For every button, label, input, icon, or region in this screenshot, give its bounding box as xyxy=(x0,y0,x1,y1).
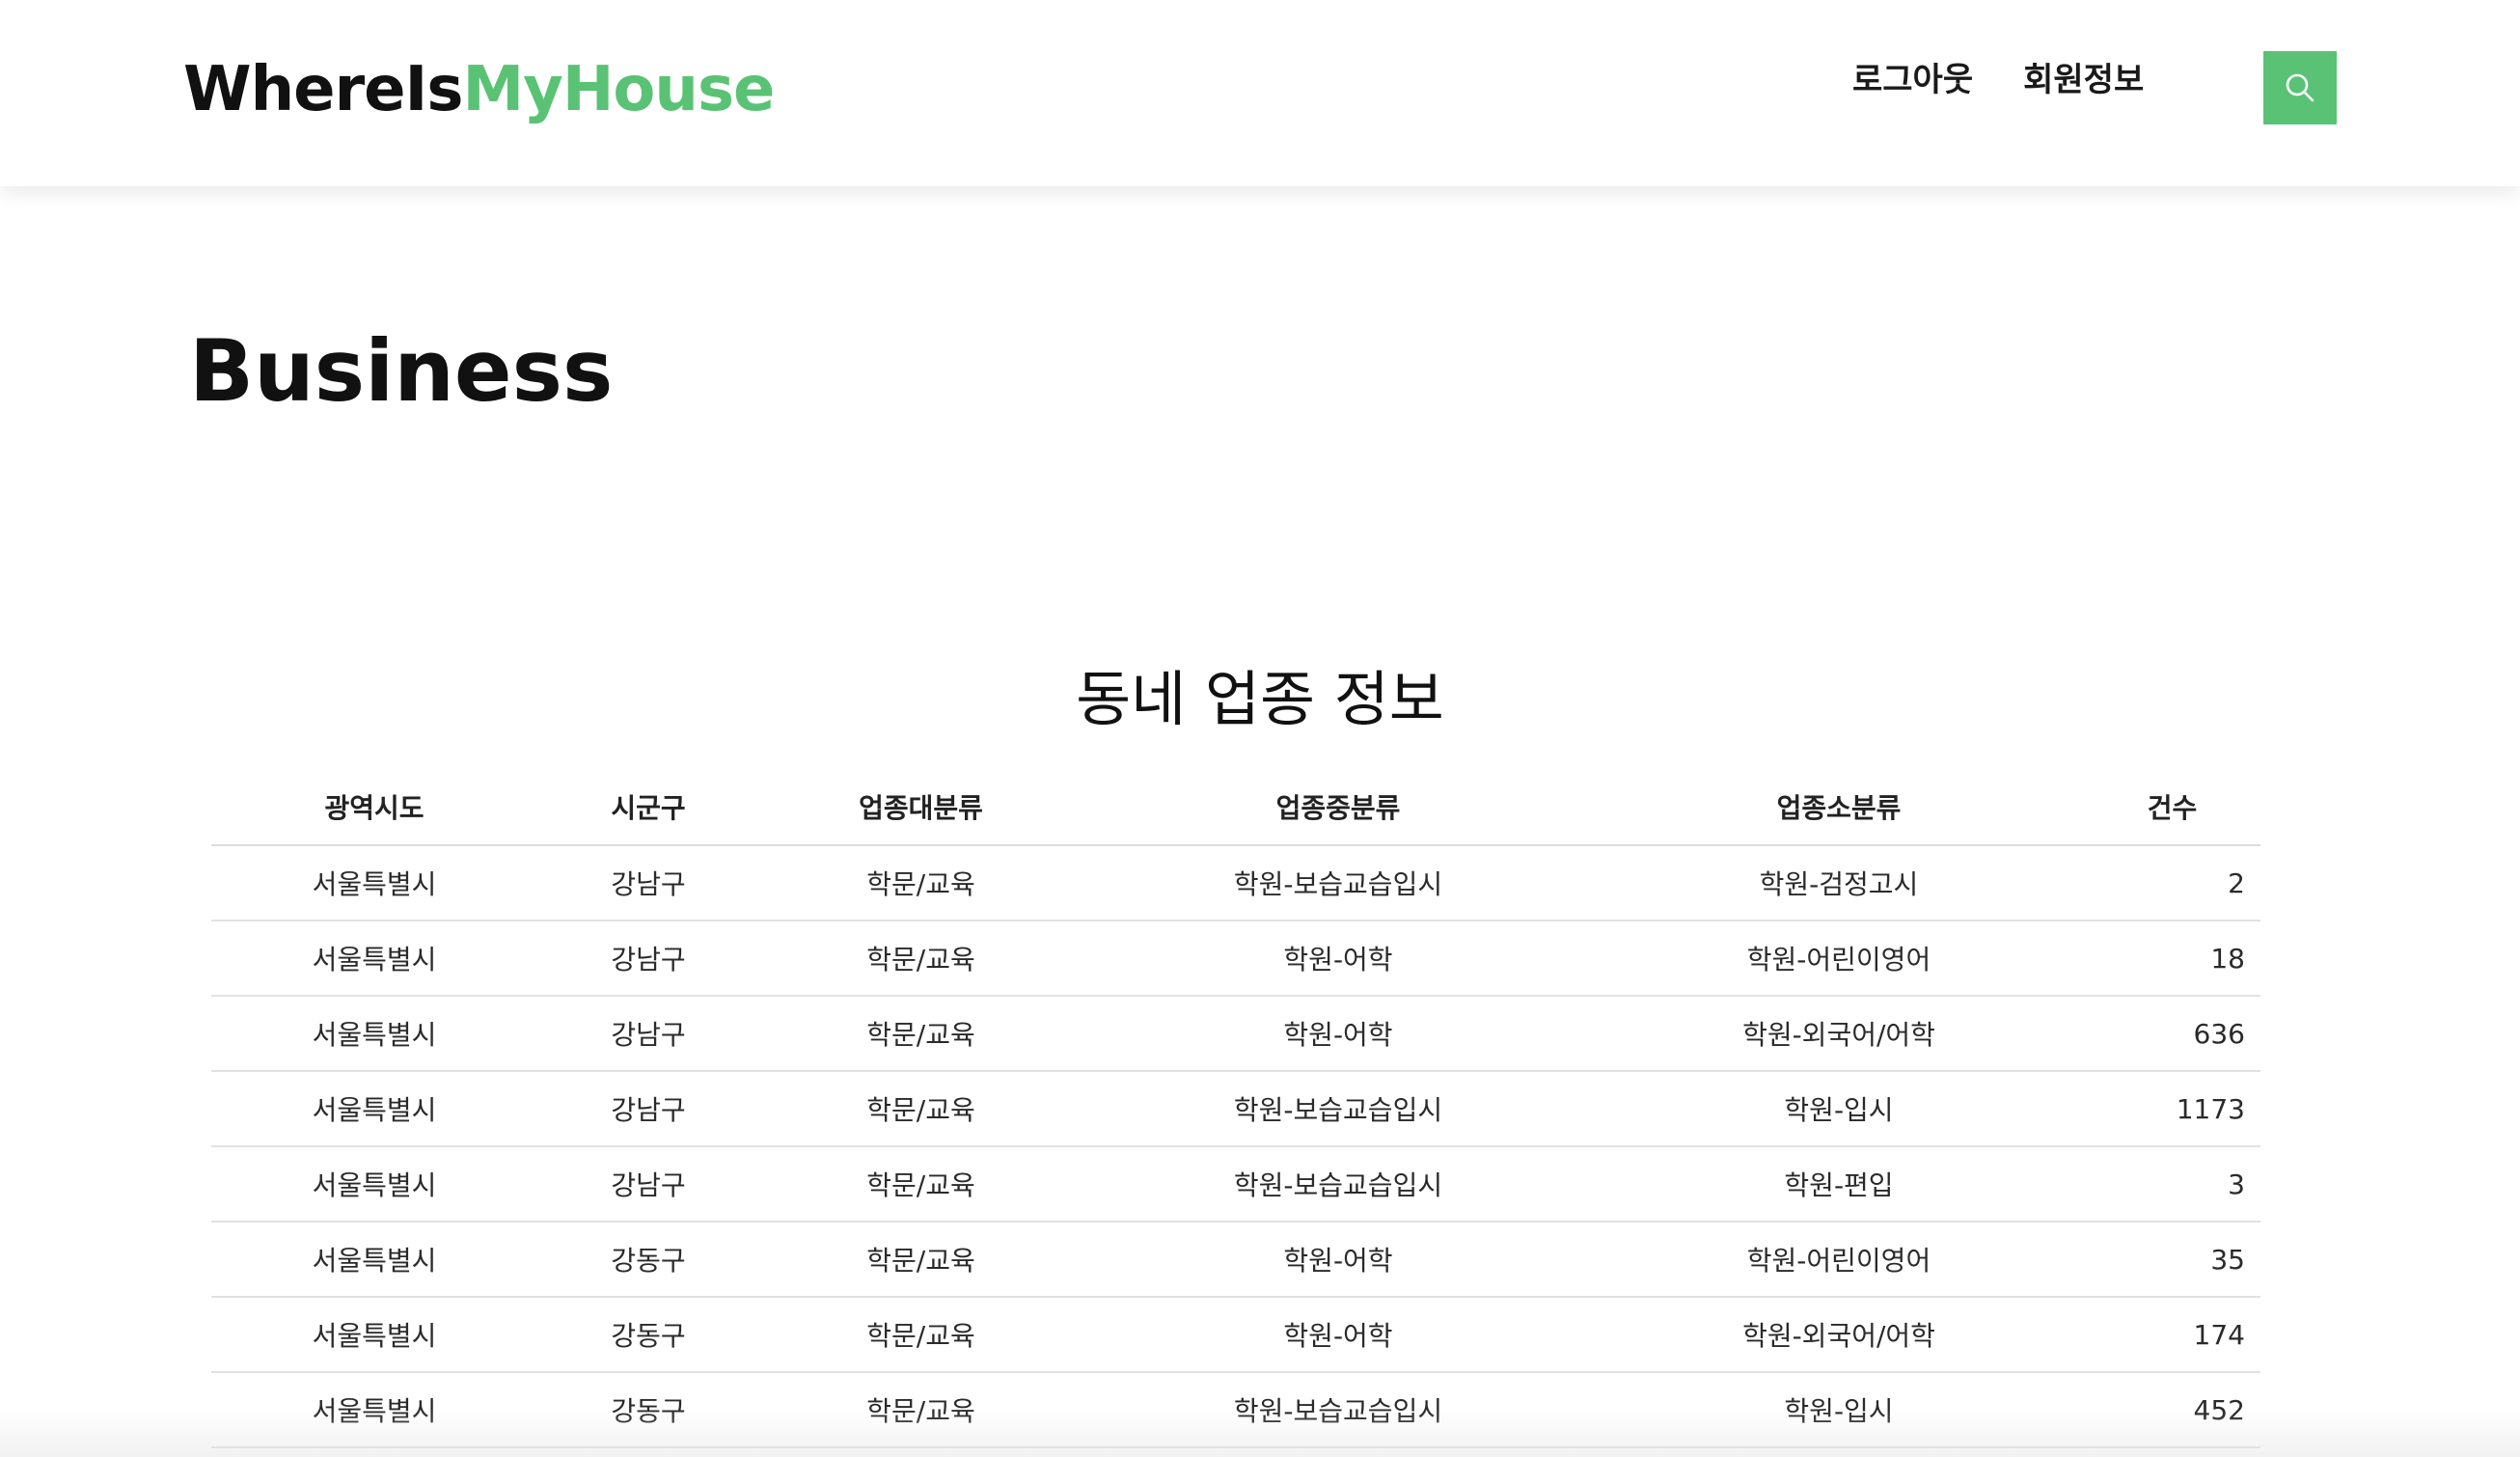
table-cell: 학원-입시 xyxy=(1594,1071,2084,1147)
table-cell: 학원-어학 xyxy=(1082,1222,1594,1298)
table-cell: 강남구 xyxy=(537,921,759,997)
table-cell: 서울특별시 xyxy=(211,996,537,1072)
table-cell: 서울특별시 xyxy=(211,1297,537,1373)
table-row[interactable]: 서울특별시 강남구 학문/교육 학원-어학 학원-어린이영어 18 xyxy=(211,921,2260,997)
nav-member-info-link[interactable]: 회원정보 xyxy=(2023,53,2144,107)
table-row[interactable]: 서울특별시 강동구 학문/교육 학원-어학 학원-어린이영어 35 xyxy=(211,1222,2260,1298)
table-header: 광역시도 시군구 업종대분류 업종중분류 업종소분류 건수 xyxy=(211,769,2260,846)
table-cell: 2 xyxy=(2084,845,2260,921)
table-cell: 학원-보습교습입시 xyxy=(1082,1146,1594,1223)
table-row[interactable]: 서울특별시 강남구 학문/교육 학원-보습교습입시 학원-편입 3 xyxy=(211,1146,2260,1223)
column-header: 시군구 xyxy=(537,769,759,846)
nav-logout-link[interactable]: 로그아웃 xyxy=(1852,53,1973,107)
table-body: 서울특별시 강남구 학문/교육 학원-보습교습입시 학원-검정고시 2 서울특별시 강남구 학문… xyxy=(211,845,2260,1448)
site-header: WhereIsMyHouse 로그아웃 회원정보 xyxy=(0,0,2520,186)
table-cell: 강동구 xyxy=(537,1297,759,1373)
table-cell: 학원-보습교습입시 xyxy=(1082,1071,1594,1147)
table-row[interactable]: 서울특별시 강남구 학문/교육 학원-어학 학원-외국어/어학 636 xyxy=(211,996,2260,1072)
table-cell: 서울특별시 xyxy=(211,1071,537,1147)
table-cell: 452 xyxy=(2084,1372,2260,1448)
logo-text-part1: WhereIs xyxy=(183,54,463,125)
table-cell: 학원-외국어/어학 xyxy=(1594,996,2084,1072)
table-header-row: 광역시도 시군구 업종대분류 업종중분류 업종소분류 건수 xyxy=(211,769,2260,846)
column-header: 건수 xyxy=(2084,769,2260,846)
table-cell: 학문/교육 xyxy=(759,1071,1082,1147)
search-icon xyxy=(2286,73,2315,102)
table-cell: 35 xyxy=(2084,1222,2260,1298)
table-row[interactable]: 서울특별시 강동구 학문/교육 학원-보습교습입시 학원-입시 452 xyxy=(211,1372,2260,1448)
table-cell: 학원-어린이영어 xyxy=(1594,1222,2084,1298)
table-cell: 1173 xyxy=(2084,1071,2260,1147)
table-cell: 학원-외국어/어학 xyxy=(1594,1297,2084,1373)
table-cell: 학원-보습교습입시 xyxy=(1082,1372,1594,1448)
page-title: Business xyxy=(189,321,614,421)
table-cell: 강남구 xyxy=(537,996,759,1072)
table-cell: 강남구 xyxy=(537,1071,759,1147)
table-cell: 학원-어학 xyxy=(1082,1297,1594,1373)
table-cell: 강동구 xyxy=(537,1222,759,1298)
table-cell: 학문/교육 xyxy=(759,1146,1082,1223)
table-cell: 학원-입시 xyxy=(1594,1372,2084,1448)
table-cell: 학원-어학 xyxy=(1082,996,1594,1072)
table-cell: 학문/교육 xyxy=(759,1297,1082,1373)
table-cell: 강남구 xyxy=(537,1146,759,1223)
table-cell: 636 xyxy=(2084,996,2260,1072)
table-cell: 학원-보습교습입시 xyxy=(1082,845,1594,921)
table-cell: 강동구 xyxy=(537,1372,759,1448)
table-cell: 학문/교육 xyxy=(759,921,1082,997)
table-cell: 서울특별시 xyxy=(211,1222,537,1298)
table-row[interactable]: 서울특별시 강동구 학문/교육 학원-어학 학원-외국어/어학 174 xyxy=(211,1297,2260,1373)
table-cell: 3 xyxy=(2084,1146,2260,1223)
main-nav: 로그아웃 회원정보 xyxy=(1852,53,2144,107)
table-cell: 학문/교육 xyxy=(759,845,1082,921)
table-cell: 18 xyxy=(2084,921,2260,997)
table-cell: 서울특별시 xyxy=(211,1372,537,1448)
column-header: 업종소분류 xyxy=(1594,769,2084,846)
table-row[interactable]: 서울특별시 강남구 학문/교육 학원-보습교습입시 학원-검정고시 2 xyxy=(211,845,2260,921)
column-header: 업종중분류 xyxy=(1082,769,1594,846)
column-header: 업종대분류 xyxy=(759,769,1082,846)
section-title: 동네 업종 정보 xyxy=(1076,664,1444,734)
search-button[interactable] xyxy=(2263,51,2337,124)
business-table: 광역시도 시군구 업종대분류 업종중분류 업종소분류 건수 서울특별시 강남구 학문/교육 학원… xyxy=(211,769,2260,1448)
table-cell: 서울특별시 xyxy=(211,1146,537,1223)
table-cell: 학원-편입 xyxy=(1594,1146,2084,1223)
site-logo[interactable]: WhereIsMyHouse xyxy=(183,46,775,133)
table-cell: 학문/교육 xyxy=(759,1222,1082,1298)
table-cell: 174 xyxy=(2084,1297,2260,1373)
logo-text-part2: MyHouse xyxy=(462,54,775,125)
table-cell: 학문/교육 xyxy=(759,996,1082,1072)
column-header: 광역시도 xyxy=(211,769,537,846)
table-cell: 강남구 xyxy=(537,845,759,921)
table-cell: 학원-어린이영어 xyxy=(1594,921,2084,997)
business-table-container: 광역시도 시군구 업종대분류 업종중분류 업종소분류 건수 서울특별시 강남구 학문/교육 학원… xyxy=(211,769,2260,1448)
table-cell: 학원-검정고시 xyxy=(1594,845,2084,921)
table-cell: 학문/교육 xyxy=(759,1372,1082,1448)
table-cell: 서울특별시 xyxy=(211,845,537,921)
table-row[interactable]: 서울특별시 강남구 학문/교육 학원-보습교습입시 학원-입시 1173 xyxy=(211,1071,2260,1147)
table-cell: 학원-어학 xyxy=(1082,921,1594,997)
table-cell: 서울특별시 xyxy=(211,921,537,997)
